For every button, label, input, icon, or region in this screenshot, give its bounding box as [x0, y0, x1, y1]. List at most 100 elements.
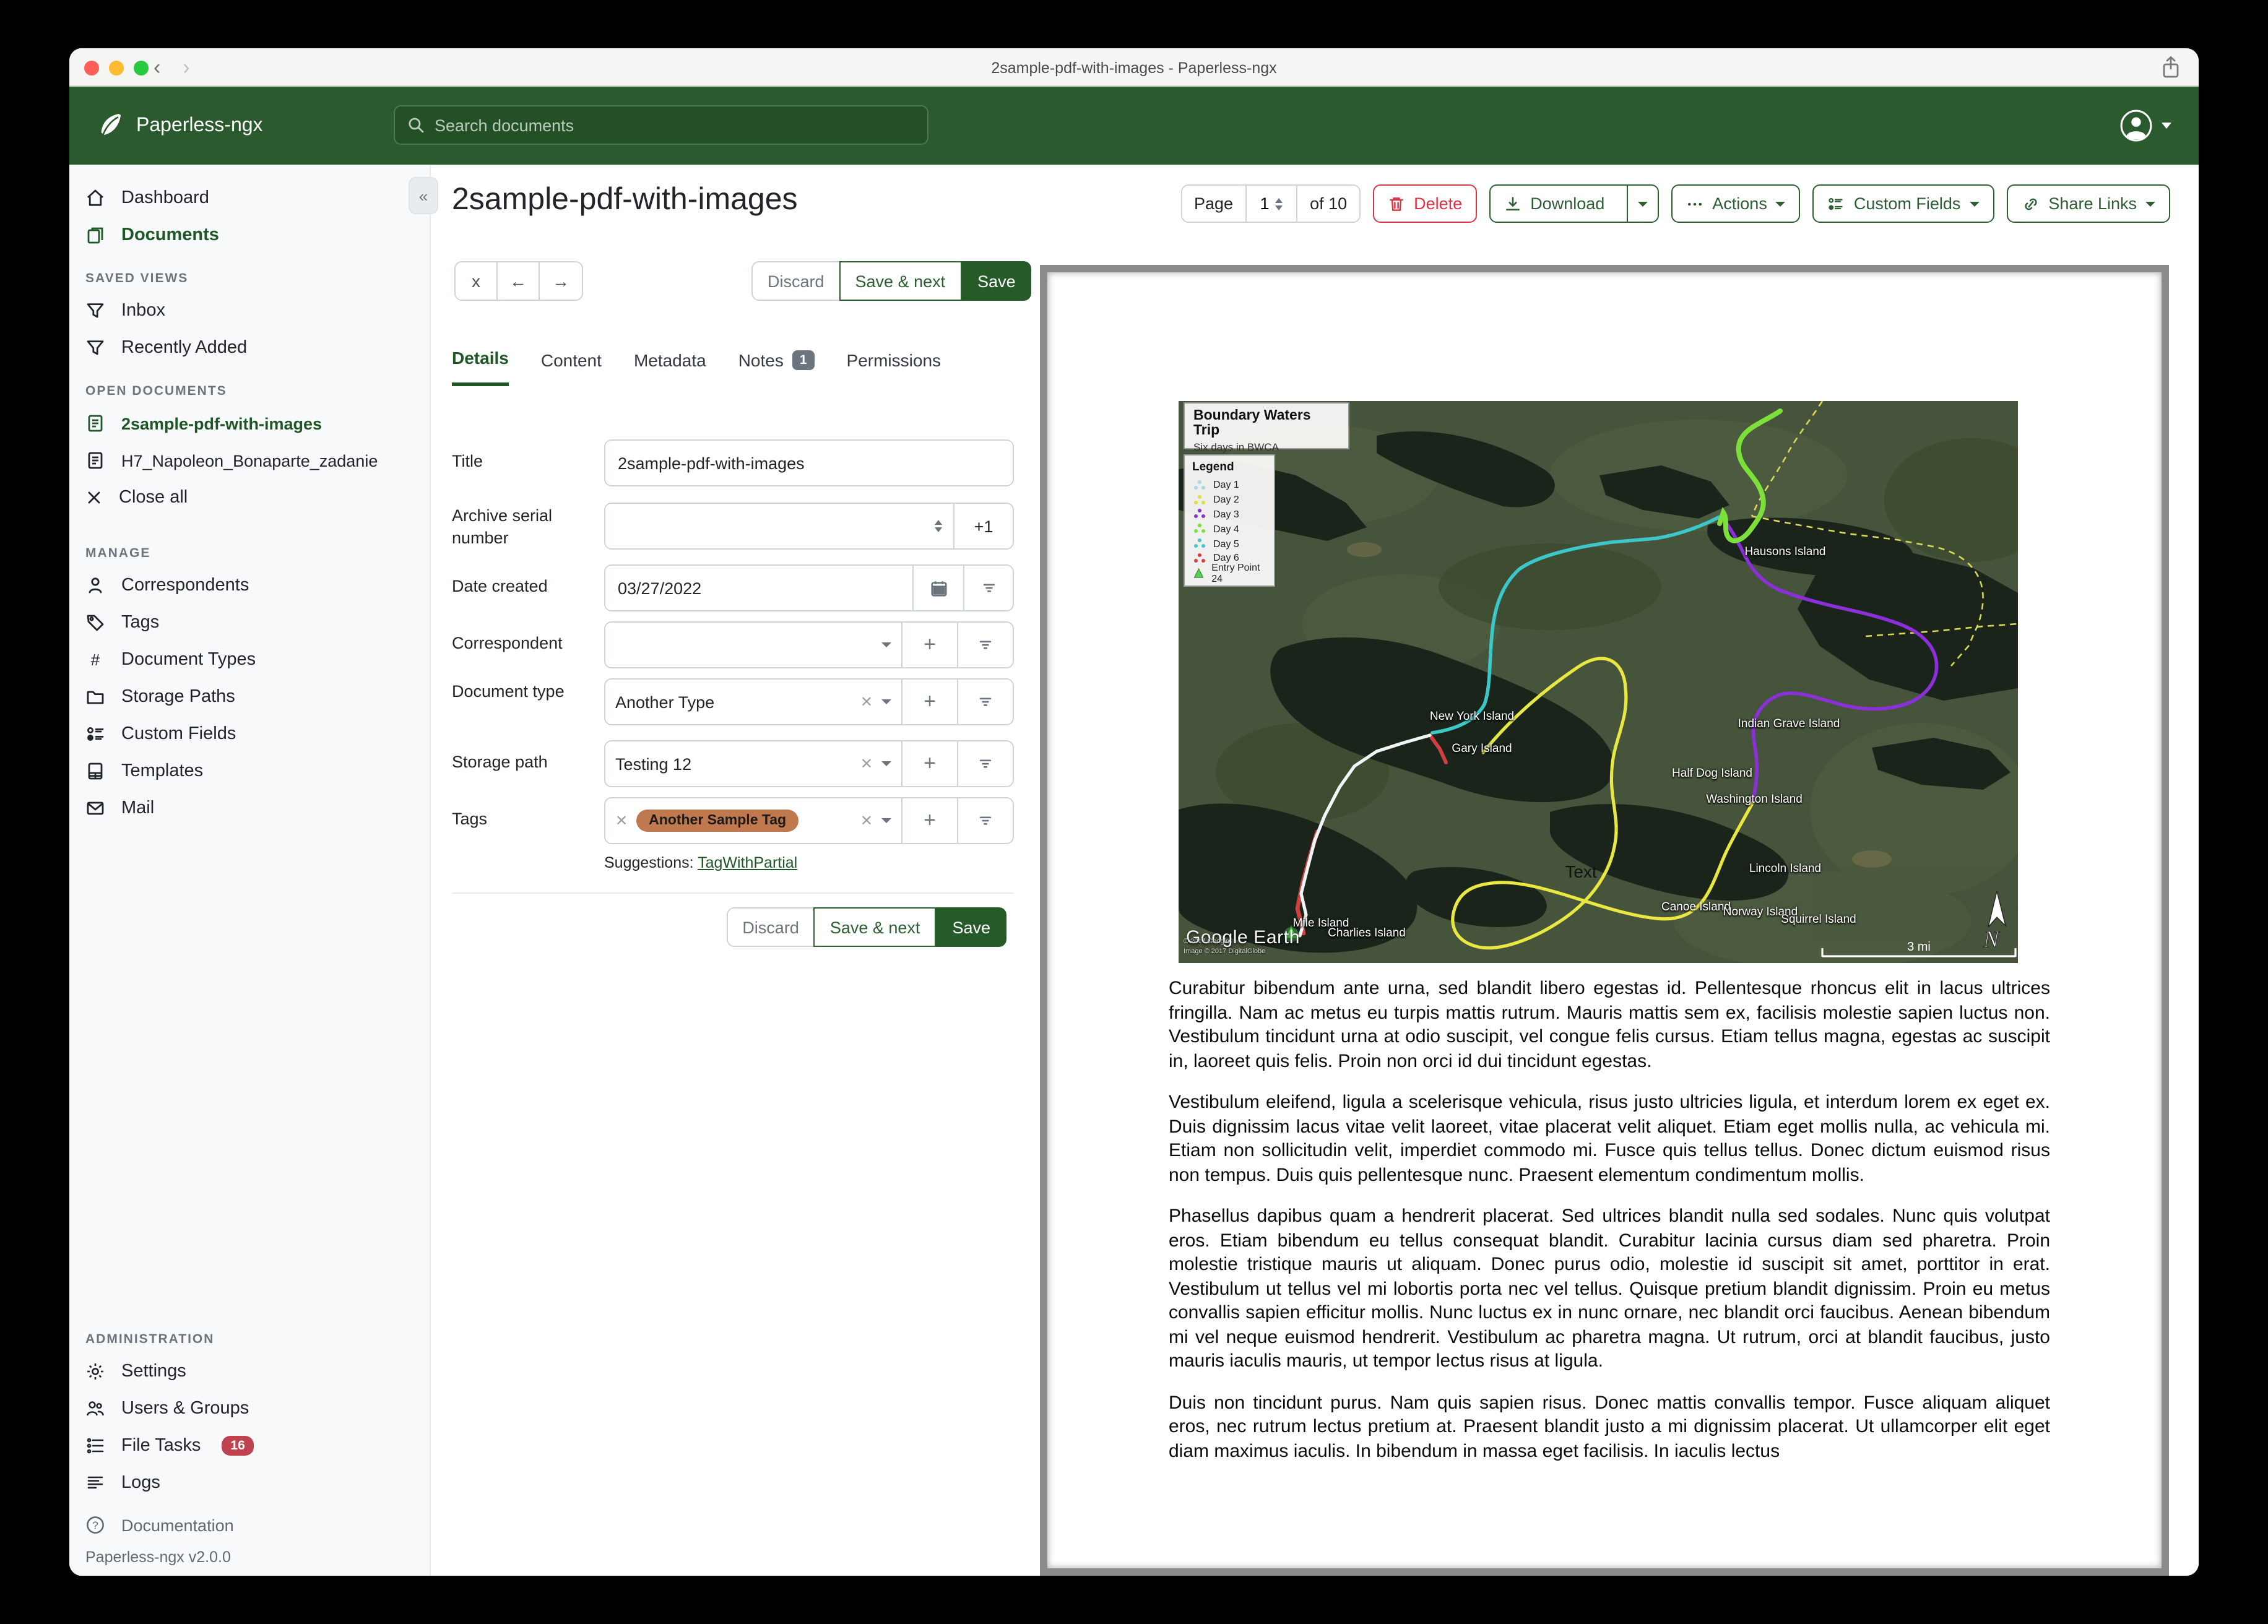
document-type-select[interactable]: Another Type ✕: [605, 680, 901, 724]
map-island-label: Charlies Island: [1328, 926, 1406, 940]
calendar-icon: [930, 581, 946, 596]
map-island-label: Washington Island: [1706, 793, 1803, 806]
discard-button[interactable]: Discard: [751, 261, 839, 301]
custom-fields-button[interactable]: Custom Fields: [1812, 184, 1994, 223]
tags-label: Tags: [452, 810, 488, 828]
sidebar-item-documentation[interactable]: ? Documentation: [69, 1509, 430, 1541]
sidebar-item-templates[interactable]: Templates: [69, 753, 430, 790]
sidebar-item-file-tasks[interactable]: File Tasks 16: [69, 1427, 430, 1464]
chevron-down-icon: [881, 699, 891, 704]
legend-item: Day 1: [1192, 478, 1266, 493]
chevron-down-icon: [881, 818, 891, 823]
add-tag-button[interactable]: +: [901, 798, 957, 843]
clear-icon[interactable]: ✕: [860, 693, 873, 710]
storage-path-select[interactable]: Testing 12 ✕: [605, 741, 901, 786]
save-next-button[interactable]: Save & next: [813, 907, 937, 947]
document-type-filter-button[interactable]: [957, 680, 1013, 724]
tags-select[interactable]: ✕ Another Sample Tag ✕: [605, 798, 901, 843]
previous-document-button[interactable]: ←: [498, 262, 540, 300]
search-input[interactable]: Search documents: [394, 105, 928, 145]
correspondent-select[interactable]: [605, 623, 901, 667]
sidebar-item-users-groups[interactable]: Users & Groups: [69, 1390, 430, 1427]
document-preview-pane[interactable]: N 3 mi Boundary Waters Trip Six days in …: [1040, 265, 2169, 1576]
sidebar: Dashboard Documents SAVED VIEWS Inbox Re…: [69, 165, 431, 1576]
sidebar-item-correspondents[interactable]: Correspondents: [69, 567, 430, 604]
paperless-logo-icon: [101, 113, 121, 137]
remove-tag-icon[interactable]: ✕: [615, 812, 628, 829]
calendar-button[interactable]: [912, 566, 963, 610]
add-correspondent-button[interactable]: +: [901, 623, 957, 667]
title-field[interactable]: [605, 441, 1013, 485]
tab-metadata[interactable]: Metadata: [634, 348, 706, 386]
filter-icon: [87, 340, 104, 355]
manage-header: MANAGE: [85, 546, 151, 561]
custom-fields-icon: [1829, 197, 1843, 210]
save-next-button[interactable]: Save & next: [839, 261, 962, 301]
filter-icon: [87, 303, 104, 318]
sidebar-item-storage-paths[interactable]: Storage Paths: [69, 678, 430, 715]
tag-suggestion-link[interactable]: TagWithPartial: [698, 854, 797, 871]
share-links-button[interactable]: Share Links: [2006, 184, 2170, 223]
date-filter-button[interactable]: [963, 566, 1013, 610]
download-dropdown-caret[interactable]: [1627, 186, 1658, 222]
sidebar-item-label: Settings: [121, 1362, 186, 1381]
tab-notes[interactable]: Notes 1: [738, 348, 815, 386]
sidebar-item-documents[interactable]: Documents: [69, 217, 430, 254]
asn-stepper-icon[interactable]: [935, 504, 953, 548]
discard-button[interactable]: Discard: [726, 907, 814, 947]
home-icon: [87, 189, 103, 206]
tag-chip[interactable]: Another Sample Tag: [636, 810, 799, 832]
download-button[interactable]: Download: [1489, 184, 1660, 223]
clear-icon[interactable]: ✕: [860, 755, 873, 772]
tab-permissions[interactable]: Permissions: [847, 348, 941, 386]
sidebar-item-custom-fields[interactable]: Custom Fields: [69, 715, 430, 753]
download-icon: [1506, 196, 1520, 210]
date-created-field[interactable]: [605, 566, 912, 610]
tags-filter-button[interactable]: [957, 798, 1013, 843]
sidebar-item-document-types[interactable]: # Document Types: [69, 641, 430, 678]
add-storage-path-button[interactable]: +: [901, 741, 957, 786]
add-document-type-button[interactable]: +: [901, 680, 957, 724]
save-button[interactable]: Save: [961, 261, 1032, 301]
sidebar-item-settings[interactable]: Settings: [69, 1353, 430, 1390]
save-group-top: Discard Save & next Save: [751, 261, 1032, 301]
sidebar-item-recently-added[interactable]: Recently Added: [69, 329, 430, 366]
sidebar-item-label: Dashboard: [121, 188, 209, 208]
sidebar-close-all[interactable]: Close all: [69, 479, 430, 516]
tab-content[interactable]: Content: [541, 348, 602, 386]
sidebar-item-mail[interactable]: Mail: [69, 790, 430, 827]
administration-header: ADMINISTRATION: [85, 1332, 215, 1347]
sidebar-item-tags[interactable]: Tags: [69, 604, 430, 641]
sidebar-item-inbox[interactable]: Inbox: [69, 292, 430, 329]
ellipsis-icon: [1688, 202, 1702, 205]
sidebar-open-doc-2[interactable]: H7_Napoleon_Bonaparte_zadanie: [69, 442, 430, 479]
asn-plus-one-button[interactable]: +1: [953, 504, 1013, 548]
save-button[interactable]: Save: [936, 907, 1006, 947]
correspondent-filter-button[interactable]: [957, 623, 1013, 667]
share-icon[interactable]: [2160, 56, 2181, 85]
asn-field[interactable]: [605, 504, 935, 548]
page-count-label: of 10: [1310, 194, 1348, 213]
sidebar-open-doc-1[interactable]: 2sample-pdf-with-images: [69, 405, 430, 442]
sidebar-item-logs[interactable]: Logs: [69, 1464, 430, 1501]
tab-details[interactable]: Details: [452, 348, 509, 386]
sidebar-item-label: Tags: [121, 613, 160, 633]
sidebar-item-label: Storage Paths: [121, 687, 235, 707]
file-tasks-badge: 16: [222, 1436, 254, 1456]
mail-icon: [87, 801, 104, 815]
next-document-button[interactable]: →: [540, 262, 582, 300]
notes-badge: 1: [792, 350, 815, 369]
form-divider: [452, 892, 1014, 894]
clear-icon[interactable]: ✕: [860, 812, 873, 829]
page-number-input[interactable]: 1: [1245, 186, 1298, 222]
app-brand[interactable]: Paperless-ngx: [97, 111, 263, 140]
user-menu[interactable]: [2119, 109, 2171, 142]
page-stepper-icon[interactable]: [1275, 197, 1283, 210]
actions-button[interactable]: Actions: [1671, 184, 1801, 223]
storage-path-filter-button[interactable]: [957, 741, 1013, 786]
close-document-button[interactable]: x: [456, 262, 498, 300]
delete-button[interactable]: Delete: [1373, 184, 1478, 223]
sidebar-item-dashboard[interactable]: Dashboard: [69, 179, 430, 217]
sidebar-collapse-button[interactable]: «: [409, 177, 438, 214]
paragraph: Vestibulum eleifend, ligula a scelerisqu…: [1169, 1092, 2050, 1185]
